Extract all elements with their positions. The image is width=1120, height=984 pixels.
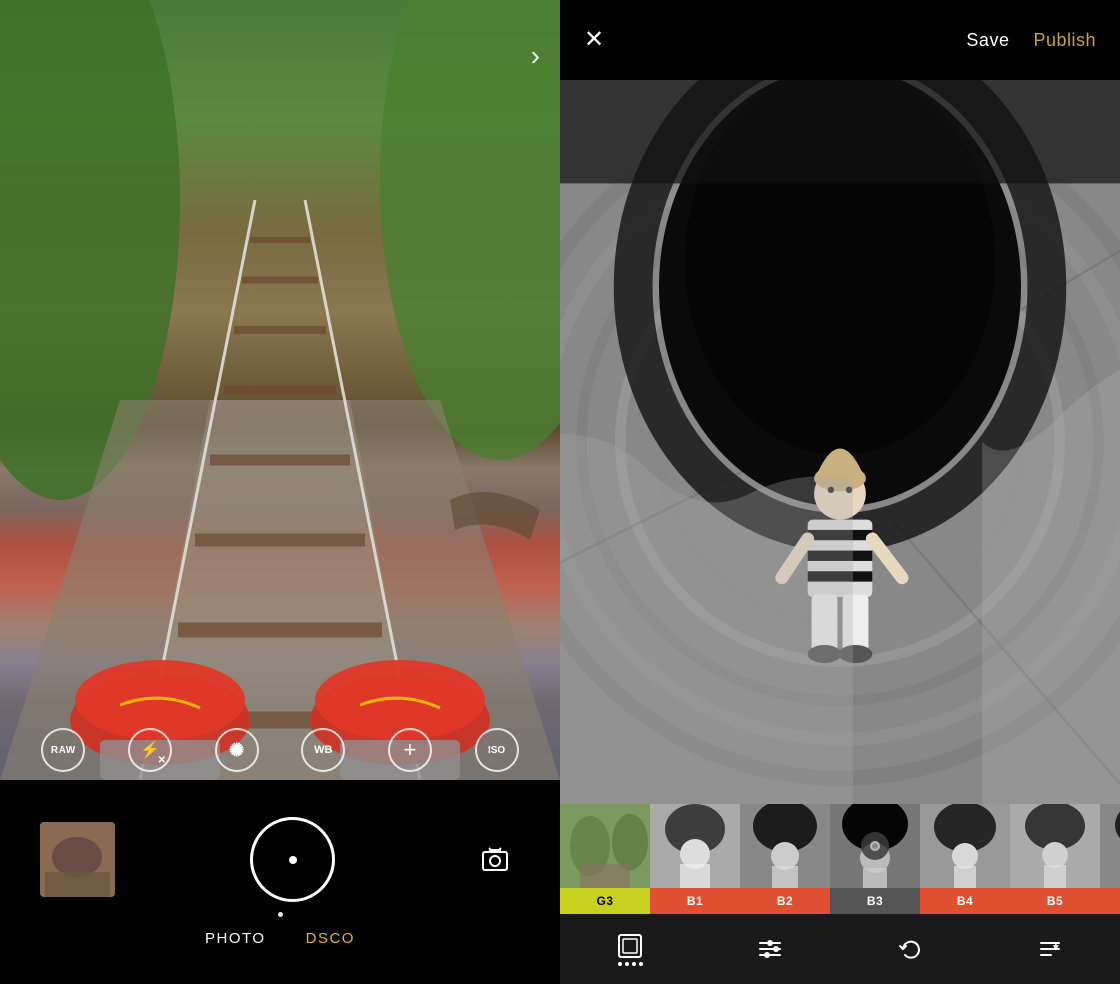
photo-mode-label[interactable]: PHOTO [205,930,266,947]
filter-b6-label: B6 [1100,888,1120,914]
shutter-button[interactable] [250,817,335,902]
iso-control[interactable]: ISO [475,728,519,772]
filter-b6[interactable]: B6 [1100,804,1120,914]
flash-toggle[interactable]: ⚡ ✕ [128,728,172,772]
filter-b1[interactable]: B1 [650,804,740,914]
filter-b6-thumb [1100,804,1120,888]
camera-viewfinder: › RAW ⚡ ✕ ✺ WB + ISO [0,0,560,780]
photo-frame-icon [617,933,643,959]
filter-b4[interactable]: B4 [920,804,1010,914]
history-icon [897,936,923,962]
filter-g3-label: G3 [560,888,650,914]
camera-controls-bar: RAW ⚡ ✕ ✺ WB + ISO [0,720,560,780]
filter-strip: G3 B1 [560,804,1120,914]
sliders-icon [759,942,781,956]
top-bar-actions: Save Publish [966,30,1096,51]
toolbar-dots [618,962,643,966]
raw-toggle[interactable]: RAW [41,728,85,772]
filter-b5-thumb [1010,804,1100,888]
save-button[interactable]: Save [966,30,1009,51]
filter-b4-label: B4 [920,888,1010,914]
top-bar: ✕ Save Publish [560,0,1120,80]
toolbar-history-button[interactable] [885,924,935,974]
exposure-control[interactable]: ✺ [215,728,259,772]
publish-button[interactable]: Publish [1033,30,1096,51]
toolbar-adjust-button[interactable] [745,924,795,974]
starred-list-icon [1037,936,1063,962]
filter-b2-thumb [740,804,830,888]
filter-b4-thumb [920,804,1010,888]
toolbar-photo-button[interactable] [605,924,655,974]
track-rails-svg [0,0,560,780]
bottom-toolbar [560,914,1120,984]
filter-b3[interactable]: B3 [830,804,920,914]
filter-b2[interactable]: B2 [740,804,830,914]
filter-b5-label: B5 [1010,888,1100,914]
filter-b2-label: B2 [740,888,830,914]
filter-g3[interactable]: G3 [560,804,650,914]
add-control[interactable]: + [388,728,432,772]
filter-b5[interactable]: B5 [1010,804,1100,914]
flip-camera-button[interactable] [470,835,520,885]
camera-bottom-ui: PHOTO DSCO [0,780,560,984]
toolbar-starred-button[interactable] [1025,924,1075,974]
filter-b3-thumb [830,804,920,888]
next-chevron[interactable]: › [531,40,540,72]
filter-b3-label: B3 [830,888,920,914]
filter-g3-thumb [560,804,650,888]
camera-bottom-controls [0,817,560,902]
right-panel: ✕ Save Publish [560,0,1120,984]
close-button[interactable]: ✕ [584,28,604,52]
main-photo-area [560,80,1120,804]
left-panel: › RAW ⚡ ✕ ✺ WB + ISO [0,0,560,984]
camera-mode-row: PHOTO DSCO [205,930,355,947]
dsco-mode-label[interactable]: DSCO [306,930,355,947]
edited-photo-svg [560,80,1120,804]
filter-b1-label: B1 [650,888,740,914]
white-balance[interactable]: WB [301,728,345,772]
last-photo-thumbnail[interactable] [40,822,115,897]
filter-b1-thumb [650,804,740,888]
